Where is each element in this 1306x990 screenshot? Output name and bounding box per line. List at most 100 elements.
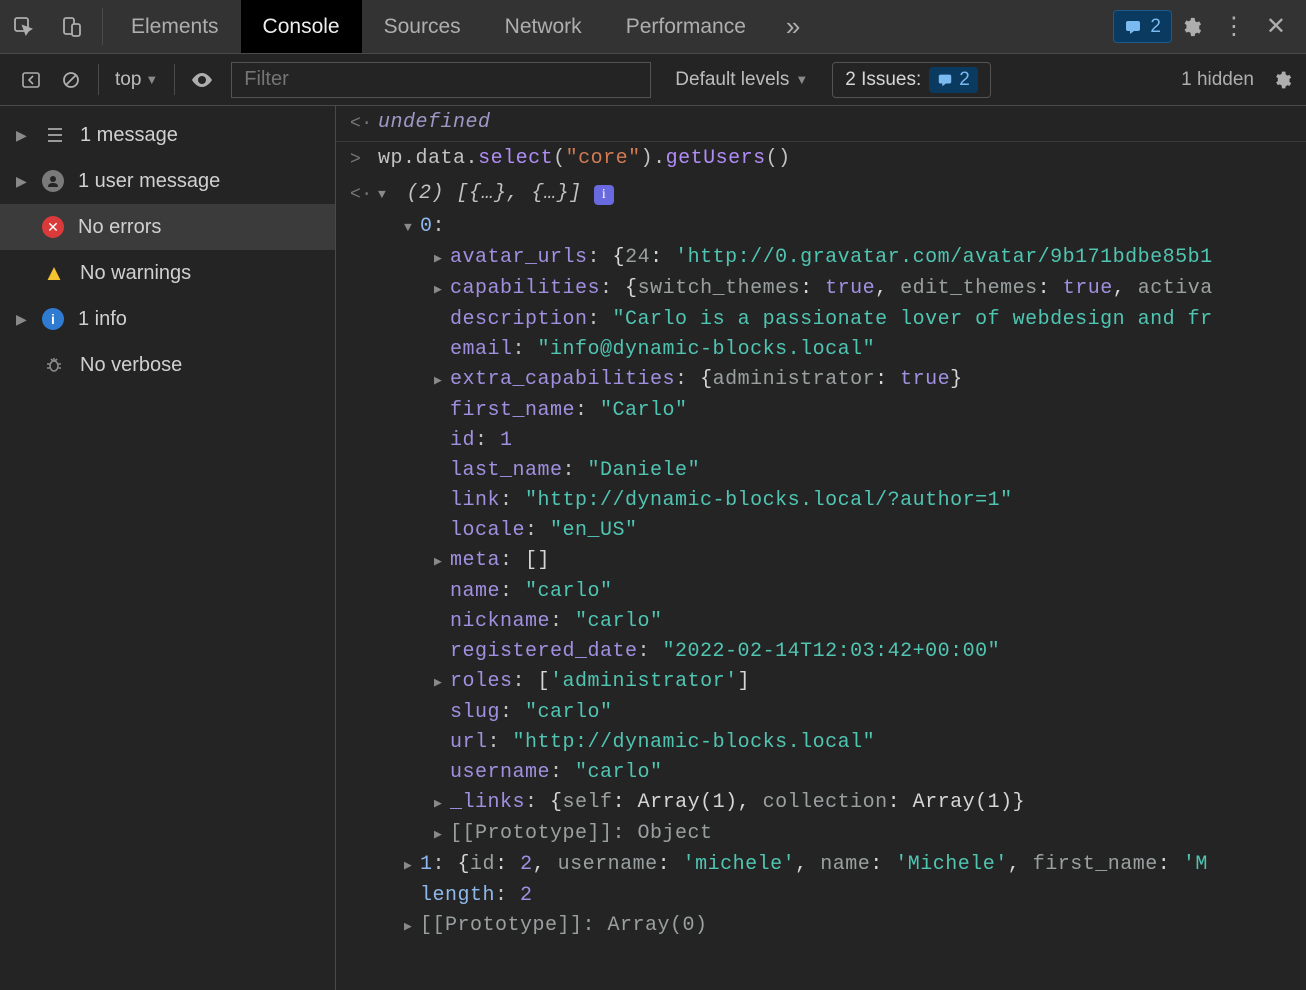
issues-badge-count: 2 [1150,16,1161,38]
tab-sources[interactable]: Sources [362,0,483,53]
sidebar-item-info[interactable]: ▶ i 1 info [0,296,335,342]
sidebar-label: No errors [78,216,161,239]
return-arrow-icon: <· [350,179,368,210]
more-tabs-icon[interactable]: » [768,0,818,53]
close-devtools-icon[interactable]: ✕ [1266,12,1286,41]
settings-gear-icon[interactable] [1180,16,1202,38]
console-output[interactable]: <· undefined > wp.data.select("core").ge… [336,106,1306,990]
inspect-element-icon[interactable] [0,0,48,53]
tree-node-nickname[interactable]: nickname: "carlo" [378,607,1306,637]
sidebar-label: No verbose [80,354,182,377]
chevron-right-icon: ▶ [16,173,28,190]
tab-network[interactable]: Network [483,0,604,53]
tree-node-description[interactable]: description: "Carlo is a passionate love… [378,305,1306,335]
tree-node-link[interactable]: link: "http://dynamic-blocks.local/?auth… [378,486,1306,516]
warning-icon: ▲ [42,261,66,285]
chevron-right-icon[interactable]: ▶ [404,851,418,881]
return-value: undefined [378,108,491,139]
hidden-messages[interactable]: 1 hidden [1181,69,1254,91]
tree-node-capabilities[interactable]: ▶capabilities: {switch_themes: true, edi… [378,274,1306,305]
log-levels-label: Default levels [675,69,789,91]
sidebar-item-messages[interactable]: ▶ 1 message [0,112,335,158]
command-text: wp.data.select("core").getUsers() [378,144,791,175]
tab-performance[interactable]: Performance [604,0,768,53]
chevron-right-icon[interactable]: ▶ [404,912,418,942]
devtools-tabs: Elements Console Sources Network Perform… [109,0,768,53]
tree-node-avatar-urls[interactable]: ▶avatar_urls: {24: 'http://0.gravatar.co… [378,243,1306,274]
return-arrow-icon: <· [350,108,368,139]
chevron-right-icon[interactable]: ▶ [434,244,448,274]
chevron-right-icon: ▶ [16,311,28,328]
console-command-row[interactable]: > wp.data.select("core").getUsers() [336,142,1306,177]
info-icon: i [42,308,64,330]
more-options-icon[interactable]: ⋮ [1222,12,1246,41]
chevron-right-icon[interactable]: ▶ [434,820,448,850]
tree-node-name[interactable]: name: "carlo" [378,577,1306,607]
tree-node-first-name[interactable]: first_name: "Carlo" [378,396,1306,426]
console-sidebar: ▶ 1 message ▶ 1 user message ▶ ✕ No erro… [0,106,336,990]
bug-icon [42,353,66,377]
console-result-row[interactable]: <· ▼ (2) [{…}, {…}] i [336,177,1306,212]
tree-node-slug[interactable]: slug: "carlo" [378,698,1306,728]
console-toolbar: top ▼ Default levels ▼ 2 Issues: 2 1 hid… [0,54,1306,106]
sidebar-item-errors[interactable]: ▶ ✕ No errors [0,204,335,250]
tree-node-meta[interactable]: ▶meta: [] [378,546,1306,577]
sidebar-label: 1 user message [78,170,220,193]
tree-node-index-0[interactable]: ▼0: [378,212,1306,243]
issues-badge[interactable]: 2 [1113,10,1172,43]
tree-node-last-name[interactable]: last_name: "Daniele" [378,456,1306,486]
object-tree[interactable]: ▼0: ▶avatar_urls: {24: 'http://0.gravata… [336,212,1306,942]
tree-node-email[interactable]: email: "info@dynamic-blocks.local" [378,335,1306,365]
tree-node-url[interactable]: url: "http://dynamic-blocks.local" [378,728,1306,758]
issues-count: 2 [959,69,970,91]
devtools-tabbar: Elements Console Sources Network Perform… [0,0,1306,54]
execution-context-selector[interactable]: top ▼ [109,69,164,91]
list-icon [42,123,66,147]
tree-node-extra-capabilities[interactable]: ▶extra_capabilities: {administrator: tru… [378,365,1306,396]
tree-node-username[interactable]: username: "carlo" [378,758,1306,788]
error-icon: ✕ [42,216,64,238]
chevron-right-icon: ▶ [16,127,28,144]
info-badge-icon[interactable]: i [594,185,614,205]
chevron-right-icon[interactable]: ▶ [434,547,448,577]
array-count: (2) [407,182,445,205]
main-split: ▶ 1 message ▶ 1 user message ▶ ✕ No erro… [0,106,1306,990]
chevron-right-icon[interactable]: ▶ [434,789,448,819]
toggle-sidebar-icon[interactable] [14,70,48,90]
tree-node-prototype-array[interactable]: ▶[[Prototype]]: Array(0) [378,911,1306,942]
live-expression-icon[interactable] [185,68,219,92]
tree-node-index-1[interactable]: ▶1: {id: 2, username: 'michele', name: '… [378,850,1306,881]
clear-console-icon[interactable] [54,70,88,90]
tree-node-registered-date[interactable]: registered_date: "2022-02-14T12:03:42+00… [378,637,1306,667]
sidebar-item-verbose[interactable]: ▶ No verbose [0,342,335,388]
device-toolbar-icon[interactable] [48,0,96,53]
issues-chip[interactable]: 2 Issues: 2 [832,62,991,98]
chevron-down-icon: ▼ [145,72,158,87]
chevron-right-icon[interactable]: ▶ [434,668,448,698]
sidebar-label: 1 message [80,124,178,147]
tab-console[interactable]: Console [241,0,362,53]
array-preview: [{…}, {…}] [457,182,582,205]
sidebar-label: No warnings [80,262,191,285]
log-levels-selector[interactable]: Default levels ▼ [675,69,808,91]
expand-toggle-icon[interactable]: ▼ [378,180,392,210]
tab-elements[interactable]: Elements [109,0,241,53]
tree-node-length[interactable]: length: 2 [378,881,1306,911]
sidebar-item-warnings[interactable]: ▶ ▲ No warnings [0,250,335,296]
tree-node-locale[interactable]: locale: "en_US" [378,516,1306,546]
user-icon [42,170,64,192]
tree-node-id[interactable]: id: 1 [378,426,1306,456]
console-filter-input[interactable] [231,62,651,98]
tree-node-links[interactable]: ▶_links: {self: Array(1), collection: Ar… [378,788,1306,819]
prompt-arrow-icon: > [350,144,368,175]
console-return-row[interactable]: <· undefined [336,106,1306,142]
chevron-right-icon[interactable]: ▶ [434,366,448,396]
sidebar-item-user-messages[interactable]: ▶ 1 user message [0,158,335,204]
tree-node-roles[interactable]: ▶roles: ['administrator'] [378,667,1306,698]
console-settings-icon[interactable] [1272,70,1292,90]
chevron-down-icon: ▼ [795,72,808,87]
expand-toggle-icon[interactable]: ▼ [404,213,418,243]
issues-label: 2 Issues: [845,69,921,91]
chevron-right-icon[interactable]: ▶ [434,275,448,305]
tree-node-prototype-0[interactable]: ▶[[Prototype]]: Object [378,819,1306,850]
